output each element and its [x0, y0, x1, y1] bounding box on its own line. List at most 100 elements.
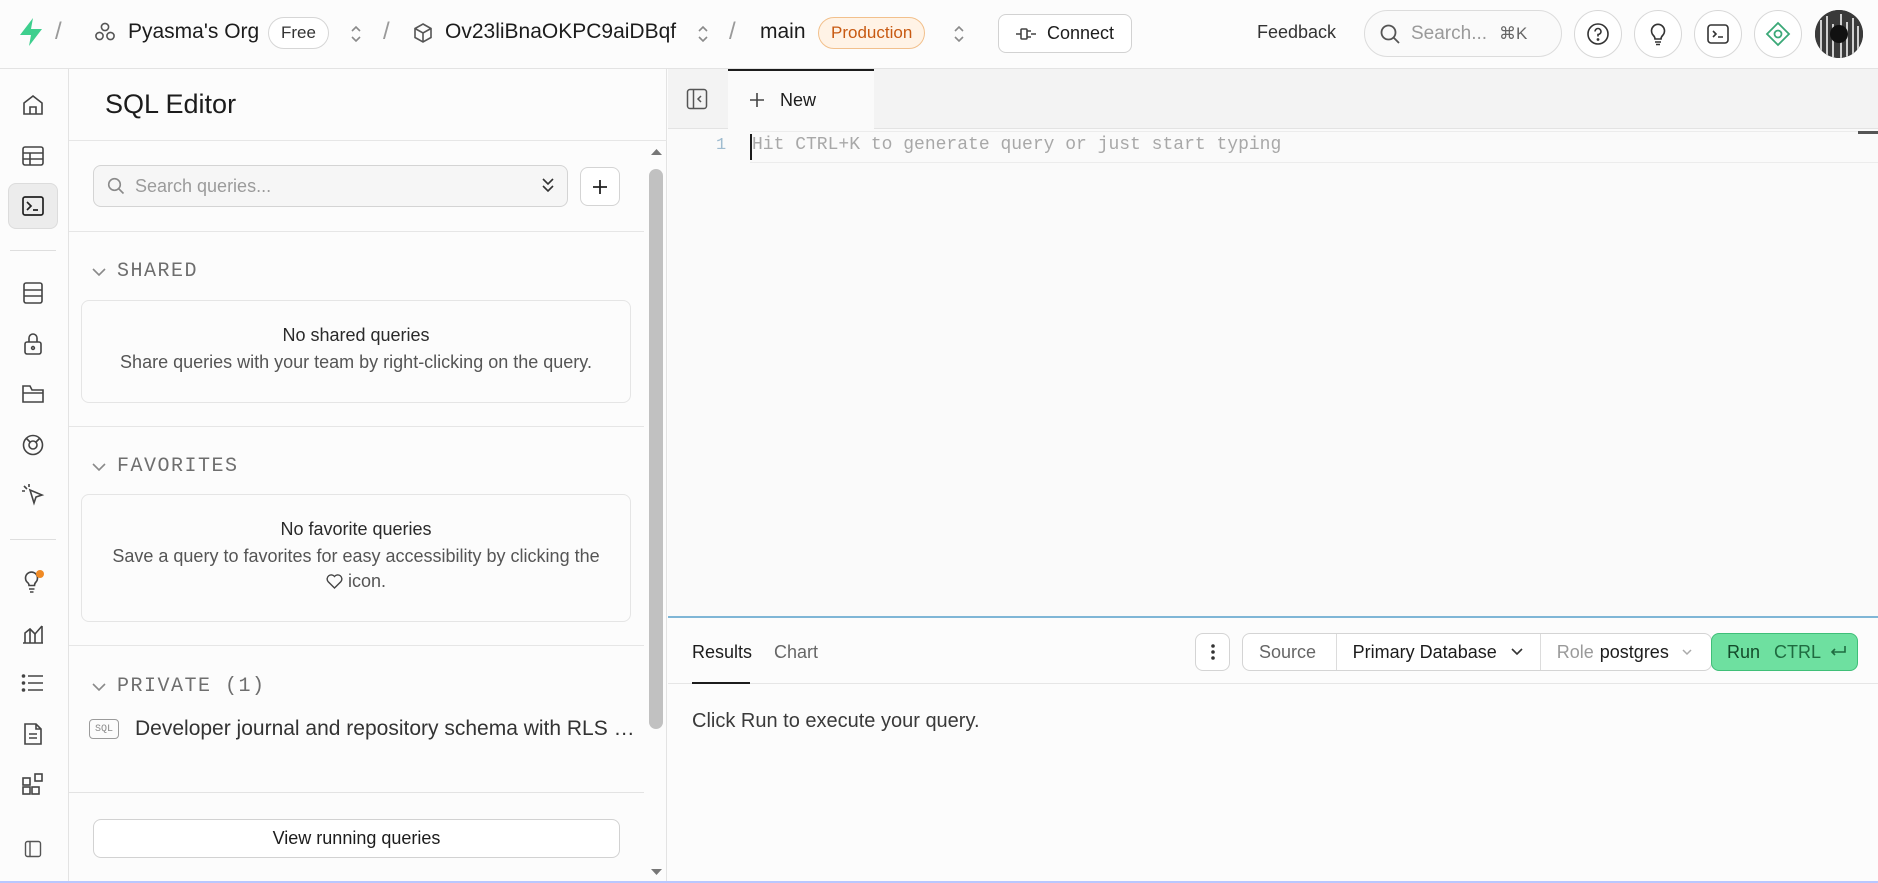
view-running-queries-button[interactable]: View running queries: [93, 819, 620, 858]
run-button[interactable]: Run CTRL: [1711, 633, 1858, 671]
terminal-icon: [1706, 22, 1730, 46]
section-label: FAVORITES: [117, 455, 239, 478]
search-placeholder: Search...: [1411, 22, 1488, 44]
shared-section-header[interactable]: SHARED: [91, 260, 198, 283]
database-value: Primary Database: [1352, 641, 1497, 662]
editor-input[interactable]: Hit CTRL+K to generate query or just sta…: [752, 135, 1281, 155]
nav-logs[interactable]: [8, 660, 58, 706]
nav-database[interactable]: [8, 270, 58, 316]
branch-name[interactable]: main: [760, 20, 806, 44]
sidebar-header: SQL Editor: [69, 69, 667, 141]
role-label: Role: [1556, 641, 1594, 662]
nav-divider: [10, 539, 56, 540]
nav-reports[interactable]: [8, 610, 58, 656]
org-icon: [94, 21, 116, 43]
branch-switcher-chevrons-icon[interactable]: [950, 23, 968, 45]
filter-chevrons-icon[interactable]: [539, 175, 557, 197]
source-label: Source: [1243, 634, 1337, 670]
chevron-down-icon: [91, 461, 107, 473]
section-divider: [69, 426, 644, 427]
global-search[interactable]: Search... ⌘K: [1364, 10, 1562, 57]
chevron-down-icon: [1510, 647, 1524, 657]
section-label: PRIVATE (1): [117, 675, 266, 698]
nav-home[interactable]: [8, 82, 58, 128]
nav-integrations[interactable]: [8, 761, 58, 807]
line-number: 1: [716, 136, 727, 155]
breadcrumb-separator: /: [55, 18, 62, 45]
scrollbar-thumb[interactable]: [649, 169, 663, 729]
empty-description: Share queries with your team by right-cl…: [120, 352, 592, 372]
footer-divider: [69, 792, 644, 793]
database-select[interactable]: Primary Database: [1337, 634, 1541, 670]
active-tab-indicator: [692, 682, 750, 684]
integrations-icon: [21, 772, 45, 796]
nav-api-docs[interactable]: [8, 711, 58, 757]
empty-description: Save a query to favorites for easy acces…: [112, 546, 600, 566]
org-switcher-chevrons-icon[interactable]: [347, 23, 365, 45]
connect-label: Connect: [1047, 23, 1115, 43]
nav-collapse[interactable]: [8, 826, 58, 872]
help-button[interactable]: [1574, 10, 1622, 58]
breadcrumb-separator: /: [729, 18, 736, 45]
nav-edge-functions[interactable]: [8, 472, 58, 518]
search-queries-input[interactable]: [135, 175, 525, 197]
private-section-header[interactable]: PRIVATE (1): [91, 675, 266, 698]
role-value: postgres: [1599, 641, 1669, 662]
tab-chart[interactable]: Chart: [774, 642, 818, 663]
search-icon: [107, 177, 125, 195]
nav-authentication[interactable]: [8, 321, 58, 367]
assistant-diamond-icon: [1765, 21, 1791, 47]
sql-editor-area: New 1 Hit CTRL+K to generate query or ju…: [668, 69, 1878, 616]
lock-icon: [22, 332, 44, 356]
results-toolbar: Results Chart Source Primary Database Ro…: [668, 618, 1878, 684]
favorites-section-header[interactable]: FAVORITES: [91, 455, 239, 478]
chevron-down-icon: [91, 266, 107, 278]
project-switcher-chevrons-icon[interactable]: [694, 23, 712, 45]
org-name[interactable]: Pyasma's Org: [128, 20, 259, 44]
chart-icon: [21, 621, 45, 645]
heart-icon: [326, 574, 343, 589]
project-cube-icon: [413, 22, 433, 44]
assistant-button[interactable]: [1754, 10, 1802, 58]
favorites-empty-state: No favorite queries Save a query to favo…: [81, 494, 631, 622]
query-target-group: Source Primary Database Role postgres: [1242, 633, 1712, 671]
run-shortcut: CTRL: [1774, 641, 1822, 662]
results-empty-message: Click Run to execute your query.: [692, 710, 980, 732]
nav-table-editor[interactable]: [8, 133, 58, 179]
more-options-button[interactable]: [1195, 633, 1230, 671]
new-query-button[interactable]: [580, 167, 620, 206]
section-divider: [69, 645, 644, 646]
connect-button[interactable]: Connect: [998, 14, 1132, 53]
tab-new-query[interactable]: New: [728, 69, 874, 129]
sql-file-icon: SQL: [89, 719, 119, 739]
plan-badge: Free: [268, 17, 329, 49]
tab-results[interactable]: Results: [692, 642, 752, 663]
terminal-icon: [21, 195, 45, 217]
query-list-item[interactable]: SQL Developer journal and repository sch…: [89, 709, 644, 749]
supabase-logo-icon[interactable]: [18, 17, 44, 47]
avatar[interactable]: [1815, 10, 1863, 58]
realtime-icon: [21, 433, 45, 457]
lightbulb-icon: [21, 569, 45, 595]
more-vertical-icon: [1210, 642, 1216, 662]
document-icon: [22, 722, 44, 746]
query-name: Developer journal and repository schema …: [135, 717, 635, 740]
sql-terminal-button[interactable]: [1694, 10, 1742, 58]
role-select[interactable]: Role postgres: [1541, 634, 1711, 670]
enter-key-icon: [1829, 645, 1847, 659]
whats-new-button[interactable]: [1634, 10, 1682, 58]
tab-label: New: [780, 89, 817, 110]
nav-divider: [10, 250, 56, 251]
page-title: SQL Editor: [105, 89, 237, 119]
query-search[interactable]: [93, 165, 568, 207]
nav-storage[interactable]: [8, 371, 58, 417]
project-id[interactable]: Ov23liBnaOKPC9aiDBqf: [445, 20, 676, 44]
production-badge: Production: [818, 17, 926, 49]
sidebar-toggle-icon: [24, 840, 42, 858]
feedback-button[interactable]: Feedback: [1257, 22, 1336, 43]
nav-sql-editor[interactable]: [8, 183, 58, 229]
toggle-sidebar-icon[interactable]: [686, 88, 708, 110]
cursor-pointer-icon: [21, 483, 45, 507]
nav-advisors[interactable]: [8, 559, 58, 605]
nav-realtime[interactable]: [8, 422, 58, 468]
